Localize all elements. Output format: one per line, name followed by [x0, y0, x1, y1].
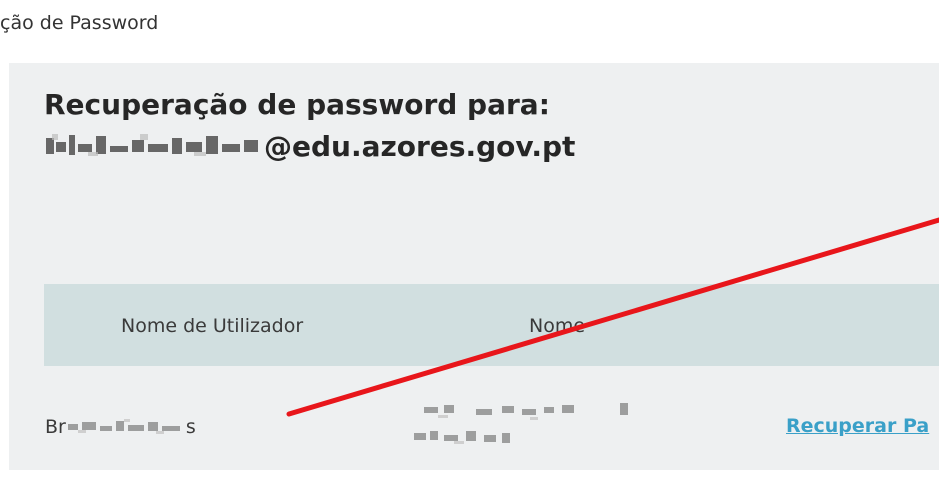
- redacted-username: [67, 419, 180, 434]
- redacted-full-name: [414, 403, 628, 444]
- password-recovery-page: ção de Password Recuperação de password …: [0, 0, 939, 491]
- email-domain: @edu.azores.gov.pt: [264, 130, 576, 163]
- heading-email: @edu.azores.gov.pt: [44, 126, 575, 168]
- heading-title: Recuperação de password para:: [44, 88, 550, 121]
- column-header-name: Nome: [529, 315, 586, 337]
- username-suffix: s: [185, 416, 196, 438]
- page-heading: Recuperação de password para: @edu.azore…: [44, 84, 575, 168]
- column-header-username: Nome de Utilizador: [121, 315, 304, 337]
- recover-password-link[interactable]: Recuperar Pa: [786, 415, 929, 437]
- redacted-email-user: [46, 134, 258, 156]
- cell-username: Br s: [45, 416, 196, 438]
- username-prefix: Br: [45, 416, 66, 438]
- window-title: ção de Password: [0, 12, 159, 34]
